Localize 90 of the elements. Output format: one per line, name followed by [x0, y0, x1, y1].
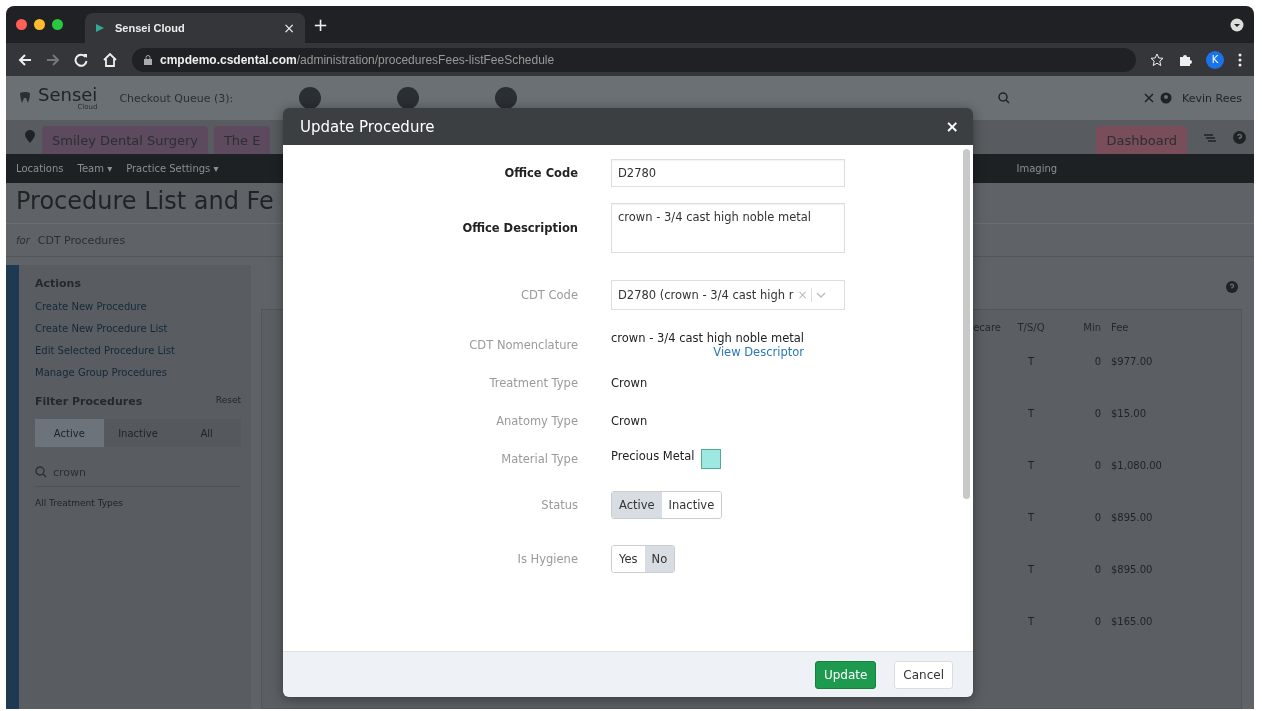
field-label: Office Code [503, 166, 578, 180]
action-link[interactable]: Create New Procedure List [35, 323, 241, 334]
action-link[interactable]: Create New Procedure [35, 301, 241, 312]
puzzle-icon[interactable] [1178, 52, 1192, 67]
nav-menu-item[interactable]: Locations [16, 163, 64, 174]
toggle-button[interactable]: Active [612, 492, 662, 518]
checkout-queue-label[interactable]: Checkout Queue (3): [119, 91, 234, 105]
toggle-button[interactable]: No [644, 546, 675, 572]
close-tab-button[interactable]: × [283, 20, 295, 36]
minimize-window-icon[interactable] [34, 19, 45, 30]
office-code-field[interactable]: D2780 [611, 159, 845, 187]
avatar-silhouette[interactable] [495, 87, 518, 109]
table-cell-text: 0 [1093, 408, 1101, 419]
nav-menu-item[interactable]: Team ▾ [77, 163, 113, 174]
chevron-down-icon[interactable] [816, 292, 827, 298]
search-icon [35, 466, 47, 478]
tooth-logo-icon [18, 91, 32, 105]
field-label: Status [540, 498, 578, 512]
view-descriptor-link[interactable]: View Descriptor [713, 345, 804, 359]
lock-icon [144, 54, 152, 65]
new-tab-button[interactable]: + [313, 14, 329, 35]
dialog-title: Update Procedure [300, 117, 435, 136]
field-label: Material Type [500, 452, 578, 466]
help-icon[interactable] [1233, 130, 1246, 144]
table-cell-text: T [1026, 616, 1036, 627]
forward-icon[interactable] [46, 52, 60, 67]
description-field[interactable]: crown - 3/4 cast high noble metal [611, 203, 845, 253]
location-pin-icon [24, 130, 36, 144]
field-label: Treatment Type [488, 376, 578, 390]
table-cell-text: $895.00 [1110, 512, 1154, 523]
tab-search-icon[interactable] [1230, 17, 1244, 32]
field-label: CDT Code [520, 288, 578, 302]
field-value: Crown [611, 414, 648, 428]
update-button[interactable]: Update [814, 660, 877, 689]
table-cell-text: T [1026, 564, 1036, 575]
field-value: crown - 3/4 cast high noble metal [611, 331, 804, 345]
nav-menu-item[interactable]: Imaging [1016, 163, 1058, 174]
column-header[interactable]: T/S/Q [1001, 322, 1061, 333]
nav-menu-item[interactable]: Practice Settings ▾ [126, 163, 219, 174]
table-cell-text: 0 [1093, 564, 1101, 575]
table-cell-text: 0 [1093, 460, 1101, 471]
close-window-icon[interactable] [16, 19, 27, 30]
table-cell-text: 0 [1093, 512, 1101, 523]
user-name[interactable]: Kevin Rees [1182, 91, 1242, 105]
table-cell-text: $1,080.00 [1110, 460, 1163, 471]
user-icon [1160, 92, 1173, 104]
page-title: Procedure List and Fe [16, 187, 274, 217]
scrollbar-thumb[interactable] [963, 149, 970, 499]
table-cell-text: T [1026, 408, 1036, 419]
table-cell-text: T [1026, 356, 1036, 367]
action-link[interactable]: Manage Group Procedures [35, 367, 241, 378]
field-label: CDT Nomenclature [468, 338, 578, 352]
collapse-sidebar-handle[interactable] [6, 265, 19, 709]
favicon-icon [95, 23, 105, 33]
back-icon[interactable] [18, 52, 32, 67]
browser-tab[interactable]: Sensei Cloud × [85, 13, 305, 43]
table-cell-text: T [1026, 512, 1036, 523]
cdt-code-select[interactable]: D2780 (crown - 3/4 cast high r [618, 288, 794, 302]
avatar-silhouette[interactable] [397, 87, 420, 109]
table-cell-text: $15.00 [1110, 408, 1147, 419]
table-cell-text: T [1026, 460, 1036, 471]
help-icon[interactable] [1226, 281, 1238, 293]
search-icon [998, 92, 1011, 104]
field-value: Precious Metal [611, 449, 695, 463]
table-cell-text: 0 [1093, 356, 1101, 367]
clear-icon[interactable] [1144, 93, 1155, 103]
stack-icon[interactable] [1203, 131, 1217, 143]
reload-icon[interactable] [74, 52, 88, 67]
field-label: Is Hygiene [516, 552, 578, 566]
action-link[interactable]: Edit Selected Procedure List [35, 345, 241, 356]
avatar-silhouette[interactable] [299, 87, 322, 109]
field-value: Crown [611, 376, 648, 390]
table-cell-text: $165.00 [1110, 616, 1154, 627]
table-cell-text: $895.00 [1110, 564, 1154, 575]
field-label: Office Description [461, 221, 578, 235]
cancel-button[interactable]: Cancel [894, 660, 953, 689]
clear-button[interactable]: × [797, 288, 813, 302]
logo-wordmark: Sensei [38, 85, 98, 104]
field-label: Anatomy Type [495, 414, 578, 428]
color-swatch[interactable] [700, 449, 721, 469]
more-menu-icon[interactable] [1238, 52, 1242, 67]
profile-avatar[interactable]: K [1206, 50, 1224, 69]
maximize-window-icon[interactable] [52, 19, 63, 30]
table-cell-text: 0 [1093, 616, 1101, 627]
star-icon[interactable] [1150, 52, 1164, 67]
status-filter-button[interactable]: Active [35, 419, 104, 447]
table-cell-text: $977.00 [1110, 356, 1154, 367]
home-icon[interactable] [102, 51, 118, 68]
address-bar[interactable]: cmpdemo.csdental.com/administration/proceduresFees-listFeeSchedule [132, 47, 1136, 72]
close-button[interactable]: × [945, 117, 959, 136]
